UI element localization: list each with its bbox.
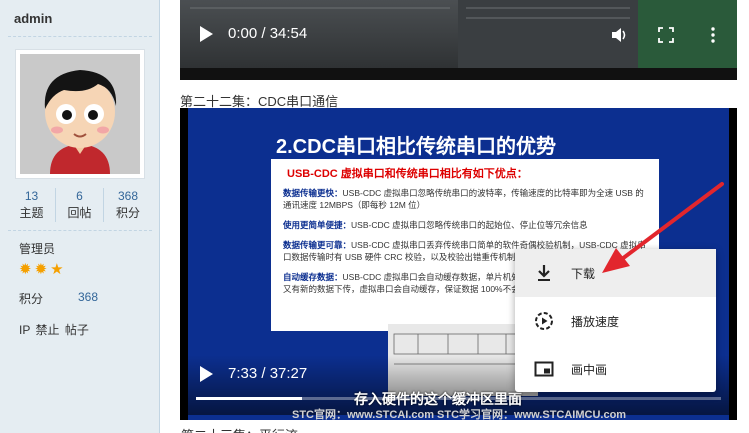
stat-replies[interactable]: 6 回帖 bbox=[56, 188, 104, 222]
menu-item-label: 画中画 bbox=[571, 363, 608, 377]
divider bbox=[8, 230, 152, 231]
slide-bullet: 数据传输更快：USB-CDC 虚拟串口忽略传统串口的波特率，传输速度的比特率即为… bbox=[283, 188, 644, 210]
video-controls: 0:00 / 34:54 bbox=[180, 14, 737, 54]
avatar[interactable] bbox=[15, 49, 145, 179]
video-player-1[interactable]: 0:00 / 34:54 bbox=[180, 0, 737, 80]
more-options-icon[interactable] bbox=[704, 26, 722, 44]
divider bbox=[8, 36, 152, 37]
page: admin 13 主题 6 回帖 368 积分 管理员 ✹ ✹ ★ 积分 368… bbox=[0, 0, 749, 433]
progress-fill bbox=[196, 397, 303, 400]
annotation-arrow-icon bbox=[602, 182, 724, 273]
video-time: 0:00 / 34:54 bbox=[228, 25, 308, 42]
sun-icon: ✹ bbox=[34, 261, 48, 278]
user-profile-panel: admin 13 主题 6 回帖 368 积分 管理员 ✹ ✹ ★ 积分 368… bbox=[0, 0, 160, 433]
playback-speed-icon bbox=[535, 312, 553, 330]
video-time: 7:33 / 37:27 bbox=[228, 365, 308, 382]
avatar-image bbox=[20, 54, 140, 174]
stat-label: 积分 bbox=[115, 206, 140, 220]
episode-title: 第二十三集：平行流 bbox=[181, 425, 298, 433]
stat-label: 回帖 bbox=[67, 206, 92, 220]
menu-item-playback-speed[interactable]: 播放速度 bbox=[515, 297, 716, 345]
video-bottom-bar bbox=[180, 68, 737, 80]
stat-label: 主题 bbox=[19, 206, 44, 220]
fullscreen-icon[interactable] bbox=[657, 26, 675, 44]
menu-item-picture-in-picture[interactable]: 画中画 bbox=[515, 345, 716, 393]
username[interactable]: admin bbox=[14, 11, 52, 26]
star-icon: ★ bbox=[50, 261, 64, 278]
stat-value: 368 bbox=[117, 189, 139, 203]
slide-bullet: 使用更简单便捷：USB-CDC 虚拟串口忽略传统串口的起始位、停止位等冗余信息 bbox=[283, 220, 588, 230]
rank-stars: ✹ ✹ ★ bbox=[19, 262, 64, 278]
menu-item-label: 下载 bbox=[571, 267, 596, 281]
stat-value: 13 bbox=[24, 189, 39, 203]
user-stats: 13 主题 6 回帖 368 积分 bbox=[8, 188, 152, 222]
ban-link[interactable]: 禁止 bbox=[35, 323, 59, 337]
picture-in-picture-icon bbox=[534, 361, 554, 377]
slide-title: 2.CDC串口相比传统串口的优势 bbox=[276, 136, 557, 158]
admin-links: IP 禁止 帖子 bbox=[19, 321, 89, 338]
progress-bar[interactable] bbox=[196, 397, 721, 400]
posts-link[interactable]: 帖子 bbox=[65, 323, 89, 337]
stat-credits[interactable]: 368 积分 bbox=[104, 188, 152, 222]
points-value: 368 bbox=[78, 290, 99, 304]
slide-subtitle: USB-CDC 虚拟串口和传统串口相比有如下优点： bbox=[287, 168, 528, 180]
play-icon[interactable] bbox=[198, 25, 214, 43]
menu-item-label: 播放速度 bbox=[571, 315, 620, 329]
stat-threads[interactable]: 13 主题 bbox=[8, 188, 56, 222]
sun-icon: ✹ bbox=[19, 261, 32, 278]
stat-value: 6 bbox=[76, 189, 83, 203]
ip-link[interactable]: IP bbox=[19, 323, 30, 337]
volume-icon[interactable] bbox=[610, 26, 628, 44]
points-label: 积分 bbox=[19, 292, 44, 306]
video-watermark: STC官网：www.STCAI.com STC学习官网：www.STCAIMCU… bbox=[292, 409, 627, 420]
user-group[interactable]: 管理员 bbox=[19, 240, 55, 257]
play-icon[interactable] bbox=[198, 365, 214, 383]
download-icon bbox=[538, 265, 550, 281]
